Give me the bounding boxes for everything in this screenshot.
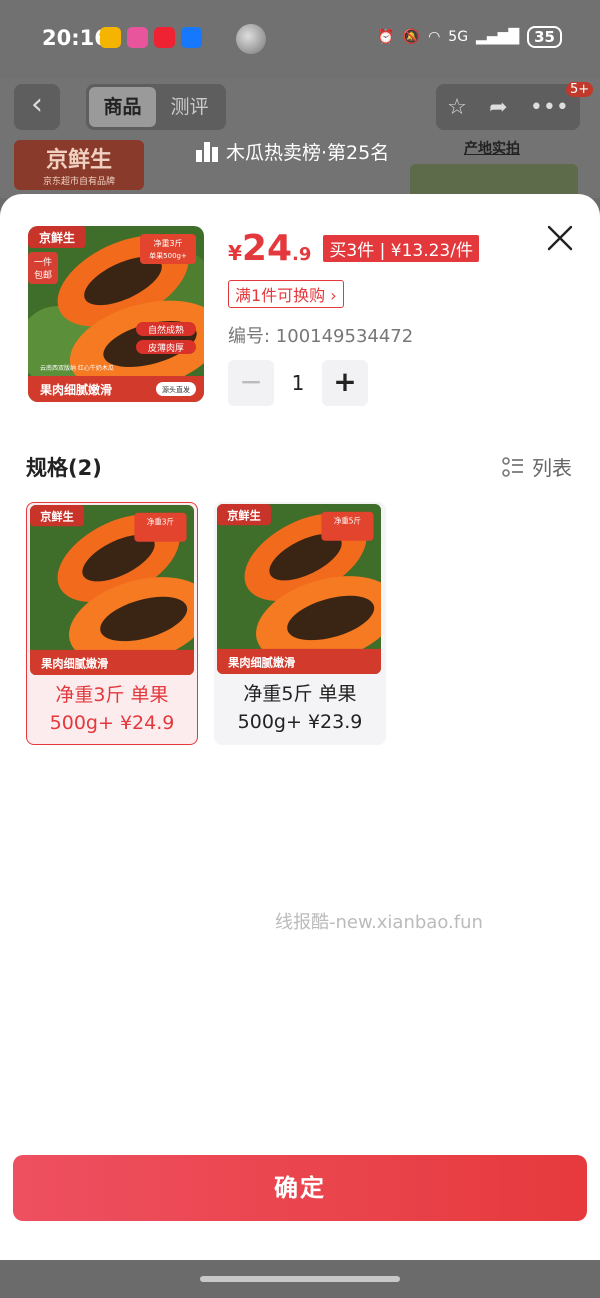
image-text: 果肉细腻嫩滑	[227, 655, 296, 669]
wifi-icon: ◠	[428, 29, 441, 45]
rank-text: 木瓜热卖榜·第25名	[226, 142, 390, 164]
spec-selection-sheet: 京鲜生 一件 包邮 净重3斤 单果500g+ 自然成熟 皮薄肉厚 云南西双版纳 …	[0, 194, 600, 1260]
price-integer: 24	[241, 228, 293, 269]
spec-title: 规格(2)	[26, 456, 102, 480]
image-brand: 京鲜生	[40, 509, 74, 523]
star-icon[interactable]: ☆	[447, 95, 467, 120]
close-icon[interactable]	[546, 224, 574, 252]
background-header: ‹ 商品 测评 ☆ ➦ ••• 5+ 京鲜生 京东超市自有品牌 木瓜热卖榜·第2…	[0, 78, 600, 198]
signal-label: 5G	[448, 29, 469, 45]
spec-thumbnail: 京鲜生 净重5斤 果肉细腻嫩滑	[217, 504, 381, 674]
spec-option-line2: 500g+ ¥24.9	[49, 712, 175, 734]
image-weight: 净重3斤	[147, 516, 174, 526]
watermark: 线报酷-new.xianbao.fun	[275, 912, 483, 933]
origin-photo[interactable]	[410, 164, 578, 198]
image-text: 源头直发	[162, 385, 190, 394]
spec-option-label: 净重3斤 单果 500g+ ¥24.9	[27, 681, 197, 737]
plus-button[interactable]: +	[322, 360, 368, 406]
price-row: ¥ 24 .9 买3件 | ¥13.23/件	[228, 228, 479, 269]
spec-option[interactable]: 京鲜生 净重5斤 果肉细腻嫩滑 净重5斤 单果 500g+ ¥23.9	[214, 502, 386, 745]
tab-review[interactable]: 测评	[156, 87, 223, 127]
list-label: 列表	[532, 456, 572, 480]
image-text: 净重3斤	[153, 238, 182, 248]
battery-icon: 35	[527, 26, 562, 48]
share-icon[interactable]: ➦	[489, 95, 507, 120]
swap-purchase-link[interactable]: 满1件可换购 ›	[228, 280, 344, 308]
status-indicators: ⏰ 🔕 ◠ 5G ▂▄▆█ 35	[377, 26, 562, 48]
spec-option-line1: 净重5斤 单果	[243, 683, 357, 705]
message-badge: 5+	[566, 82, 594, 97]
confirm-button[interactable]: 确定	[13, 1155, 587, 1221]
back-button[interactable]: ‹	[14, 84, 60, 130]
image-text: 果肉细腻嫩滑	[39, 382, 112, 397]
spec-option-label: 净重5斤 单果 500g+ ¥23.9	[214, 680, 386, 736]
image-text: 单果500g+	[149, 251, 187, 260]
app-icon	[100, 27, 121, 48]
alarm-icon: ⏰	[377, 29, 395, 45]
mute-icon: 🔕	[402, 29, 421, 45]
rank-banner[interactable]: 木瓜热卖榜·第25名	[196, 138, 389, 165]
system-navbar	[0, 1260, 600, 1298]
image-text: 自然成熟	[148, 324, 184, 336]
origin-photo-label[interactable]: 产地实拍	[464, 138, 520, 158]
app-icon	[154, 27, 175, 48]
tab-goods[interactable]: 商品	[89, 87, 156, 127]
status-time: 20:16	[42, 26, 109, 50]
quantity-value[interactable]: 1	[274, 371, 322, 395]
brand-banner: 京鲜生 京东超市自有品牌	[14, 140, 144, 190]
spec-thumbnail: 京鲜生 净重3斤 果肉细腻嫩滑	[30, 505, 194, 675]
list-view-toggle[interactable]: 列表	[502, 452, 572, 481]
spec-option-selected[interactable]: 京鲜生 净重3斤 果肉细腻嫩滑 净重3斤 单果 500g+ ¥24.9	[26, 502, 198, 745]
status-bar: 20:16 ⏰ 🔕 ◠ 5G ▂▄▆█ 35	[0, 0, 600, 78]
image-text: 皮薄肉厚	[148, 342, 184, 354]
sku-number: 编号: 100149534472	[228, 326, 414, 347]
avatar	[236, 24, 266, 54]
minus-button[interactable]: −	[228, 360, 274, 406]
image-text: 包邮	[34, 269, 52, 281]
multi-buy-tag: 买3件 | ¥13.23/件	[323, 235, 479, 262]
spec-option-line1: 净重3斤 单果	[55, 684, 169, 706]
header-actions: ☆ ➦ •••	[436, 84, 580, 130]
rank-icon	[196, 141, 218, 162]
brand-subtitle: 京东超市自有品牌	[42, 177, 115, 187]
background-tabs: 商品 测评	[86, 84, 226, 130]
product-image: 京鲜生 一件 包邮 净重3斤 单果500g+ 自然成熟 皮薄肉厚 云南西双版纳 …	[28, 226, 204, 402]
quantity-stepper: − 1 +	[228, 360, 368, 406]
more-icon[interactable]: •••	[530, 95, 569, 120]
image-text: 云南西双版纳 红心牛奶木瓜	[40, 364, 114, 372]
status-app-icons	[100, 27, 202, 48]
image-brand: 京鲜生	[39, 230, 75, 245]
app-icon	[127, 27, 148, 48]
image-text: 果肉细腻嫩滑	[40, 656, 109, 670]
signal-icon: ▂▄▆█	[476, 29, 520, 45]
image-weight: 净重5斤	[334, 515, 361, 525]
image-text: 一件	[34, 256, 52, 268]
price-decimal: .9	[292, 244, 312, 265]
currency-symbol: ¥	[228, 241, 242, 265]
alipay-icon	[181, 27, 202, 48]
list-icon	[502, 456, 523, 477]
image-brand: 京鲜生	[227, 508, 261, 522]
brand-name: 京鲜生	[45, 148, 112, 173]
spec-option-line2: 500g+ ¥23.9	[237, 711, 363, 733]
home-gesture-bar[interactable]	[200, 1276, 400, 1282]
